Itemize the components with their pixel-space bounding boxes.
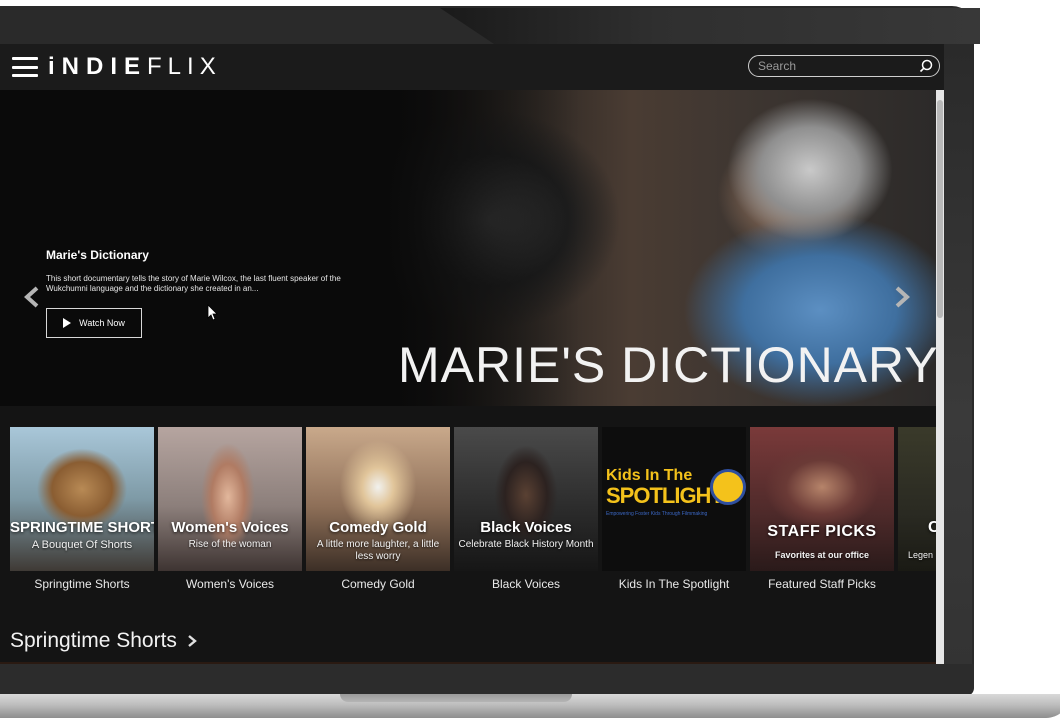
play-icon	[63, 318, 72, 328]
collection-thumbnail[interactable]: Women's Voices Rise of the woman	[158, 427, 302, 571]
collection-label[interactable]: Black Voices	[454, 577, 598, 591]
bottom-bezel	[0, 664, 974, 694]
collection-tile-kids-in-the-spotlight[interactable]: Kids In The SPOTLIGHT Empowering Foster …	[602, 427, 746, 591]
collection-tile-comedy-gold[interactable]: Comedy Gold A little more laughter, a li…	[306, 427, 450, 591]
scrollbar-thumb[interactable]	[937, 100, 943, 318]
section-heading[interactable]: Springtime Shorts	[10, 629, 197, 653]
collection-thumbnail[interactable]: Black Voices Celebrate Black History Mon…	[454, 427, 598, 571]
thumbnail-title: STAFF PICKS	[767, 523, 877, 540]
search-box[interactable]	[748, 55, 940, 77]
search-icon[interactable]	[919, 59, 933, 73]
search-input[interactable]	[749, 58, 909, 74]
collection-tile-womens-voices[interactable]: Women's Voices Rise of the woman Women's…	[158, 427, 302, 591]
lid-glare	[440, 8, 980, 44]
watch-now-button[interactable]: Watch Now	[46, 308, 142, 338]
thumbnail-title: SPRINGTIME SHORTS	[10, 519, 154, 536]
collection-label[interactable]: Comedy Gold	[306, 577, 450, 591]
thumbnail-title: Comedy Gold	[329, 519, 427, 536]
thumbnail-subtitle: Favorites at our office	[774, 550, 870, 560]
collection-tile-springtime-shorts[interactable]: SPRINGTIME SHORTS A Bouquet Of Shorts Sp…	[10, 427, 154, 591]
carousel-prev-arrow-icon[interactable]	[22, 286, 42, 308]
thumbnail-subtitle: Legen	[908, 550, 934, 560]
collection-thumbnail[interactable]: Comedy Gold A little more laughter, a li…	[306, 427, 450, 571]
top-bar: iNDIEFLIX	[0, 44, 944, 90]
collection-thumbnail[interactable]: STAFF PICKS Favorites at our office	[750, 427, 894, 571]
collection-label[interactable]: Women's Voices	[158, 577, 302, 591]
section-title[interactable]: Springtime Shorts	[10, 629, 177, 653]
thumbnail-title: C	[928, 519, 936, 536]
collection-label[interactable]: Featured Staff Picks	[750, 577, 894, 591]
watch-now-label: Watch Now	[79, 318, 125, 328]
collection-thumbnail[interactable]: SPRINGTIME SHORTS A Bouquet Of Shorts	[10, 427, 154, 571]
lid-side-bezel	[944, 44, 972, 664]
collection-tile-staff-picks[interactable]: STAFF PICKS Favorites at our office Feat…	[750, 427, 894, 591]
screen: iNDIEFLIX MARIE'S DICTIONARY Marie's Dic…	[0, 44, 944, 664]
thumbnail-subtitle: Rise of the woman	[188, 539, 272, 550]
hero-art-title: MARIE'S DICTIONARY	[398, 337, 936, 393]
logo[interactable]: iNDIEFLIX	[48, 53, 222, 81]
hero-title: Marie's Dictionary	[46, 248, 149, 262]
thumbnail-subtitle: A Bouquet Of Shorts	[31, 539, 133, 551]
vertical-scrollbar[interactable]	[936, 90, 944, 664]
logo-bold-text: iNDIE	[48, 53, 148, 80]
collection-label[interactable]: Kids In The Spotlight	[602, 577, 746, 591]
collection-label[interactable]: Springtime Shorts	[10, 577, 154, 591]
mouse-cursor-icon	[207, 304, 218, 321]
thumbnail-title: Black Voices	[480, 519, 572, 536]
collection-tile-partial[interactable]: C Legen	[898, 427, 936, 577]
hero-description: This short documentary tells the story o…	[46, 274, 341, 293]
collection-tile-black-voices[interactable]: Black Voices Celebrate Black History Mon…	[454, 427, 598, 591]
logo-thin-text: FLIX	[147, 53, 222, 80]
kids-logo-line2: SPOTLIGHT	[606, 483, 724, 508]
hamburger-menu-icon[interactable]	[12, 57, 38, 77]
collection-thumbnail[interactable]: Kids In The SPOTLIGHT Empowering Foster …	[602, 427, 746, 571]
chevron-right-icon[interactable]	[187, 635, 197, 647]
kids-logo-tagline: Empowering Foster Kids Through Filmmakin…	[606, 511, 708, 517]
hero-banner[interactable]: MARIE'S DICTIONARY Marie's Dictionary Th…	[0, 90, 936, 406]
thumbnail-subtitle: A little more laughter, a little less wo…	[316, 539, 440, 562]
kids-spotlight-logo: Kids In The SPOTLIGHT Empowering Foster …	[606, 467, 746, 527]
section-divider	[0, 662, 936, 664]
laptop-base-notch	[340, 694, 572, 702]
carousel-next-arrow-icon[interactable]	[892, 286, 912, 308]
collection-thumbnail[interactable]: C Legen	[898, 427, 936, 571]
collections-row: SPRINGTIME SHORTS A Bouquet Of Shorts Sp…	[10, 427, 936, 617]
film-reel-icon	[710, 469, 746, 505]
thumbnail-title: Women's Voices	[171, 519, 289, 536]
thumbnail-subtitle: Celebrate Black History Month	[458, 539, 594, 550]
